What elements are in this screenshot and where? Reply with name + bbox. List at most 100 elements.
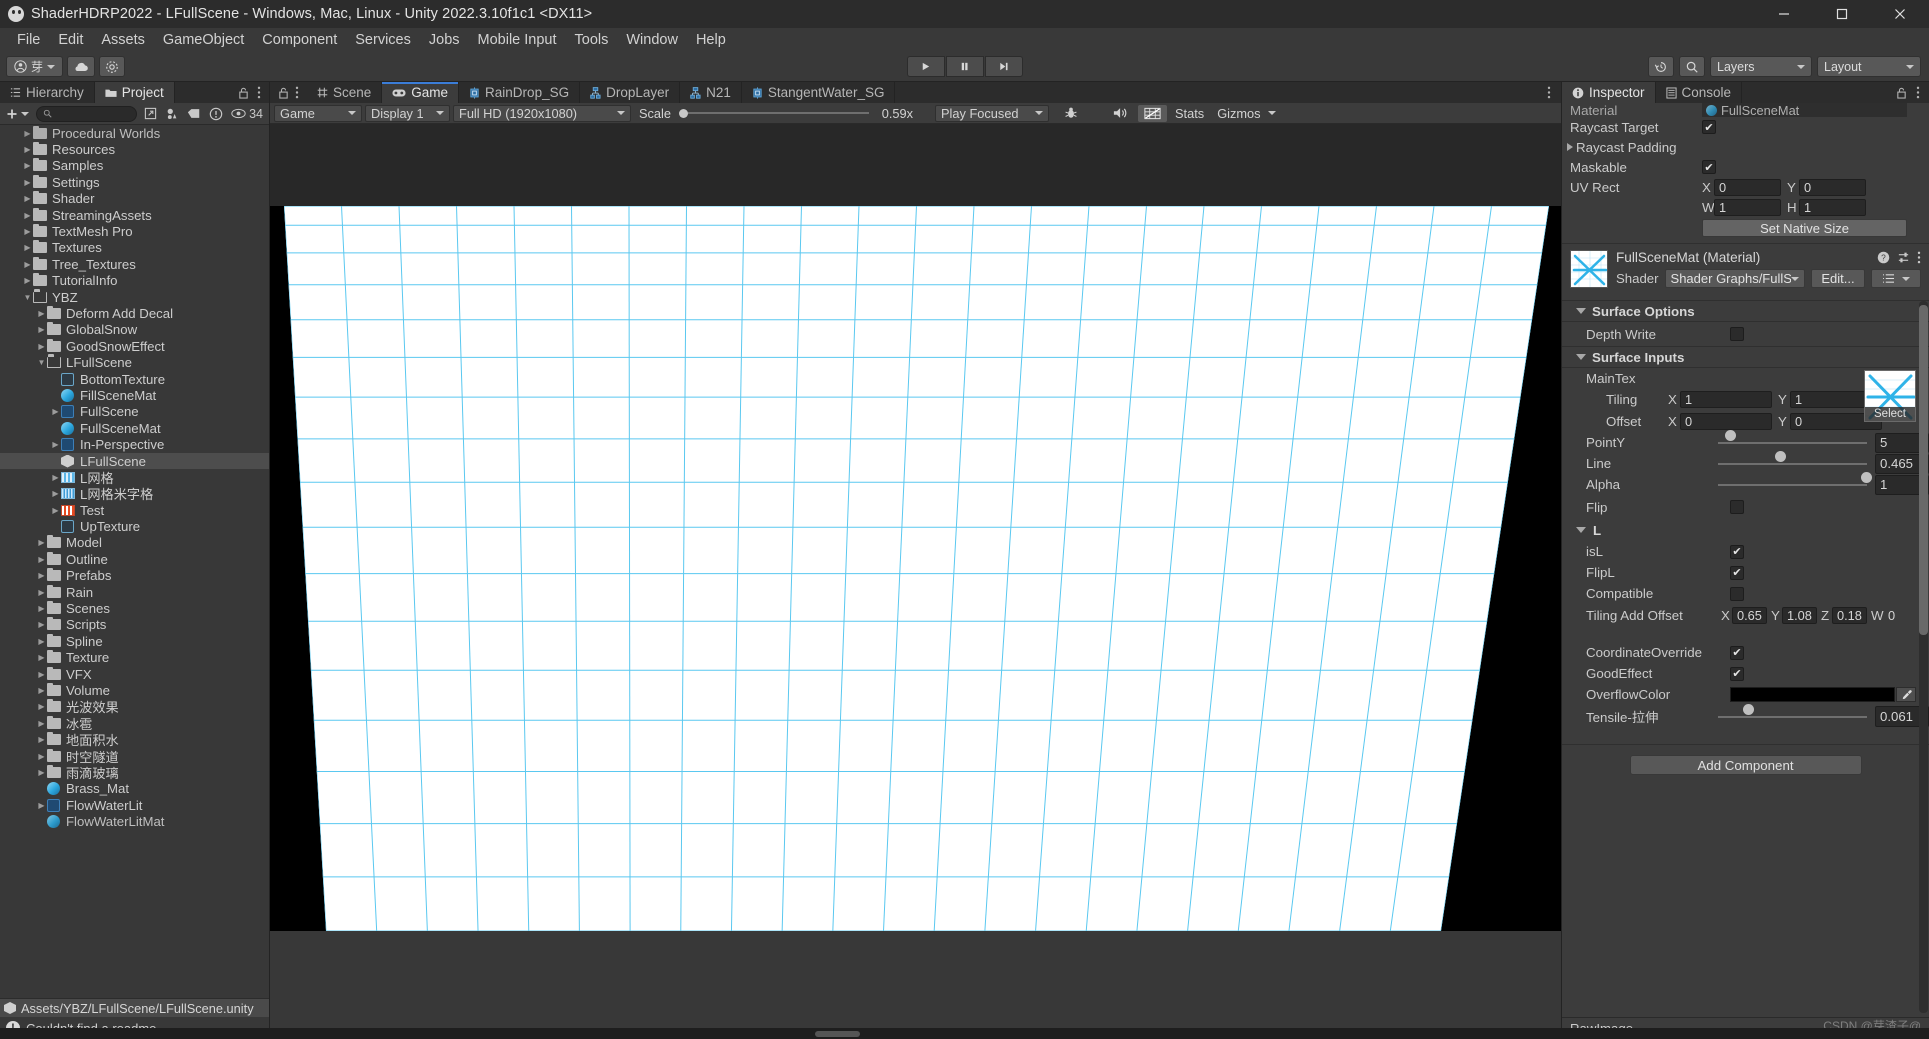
lock-icon[interactable] xyxy=(278,87,289,99)
disclosure-arrow-icon[interactable]: ▶ xyxy=(22,129,33,138)
offset-x-field[interactable]: 0 xyxy=(1680,412,1772,430)
tree-item[interactable]: ▶ Rain xyxy=(0,584,269,600)
menu-services[interactable]: Services xyxy=(346,28,420,52)
slider-track[interactable] xyxy=(1718,462,1867,465)
disclosure-arrow-icon[interactable]: ▶ xyxy=(22,194,33,203)
uv-rect-y-field[interactable]: 0 xyxy=(1799,178,1866,196)
disclosure-arrow-icon[interactable]: ▶ xyxy=(36,620,47,629)
avatar-filter-icon[interactable] xyxy=(162,105,182,123)
preset-icon[interactable] xyxy=(1897,251,1910,264)
tree-item[interactable]: ▶ VFX xyxy=(0,666,269,682)
bottom-scroll-thumb[interactable] xyxy=(815,1030,860,1037)
disclosure-arrow-icon[interactable]: ▶ xyxy=(36,604,47,613)
shader-edit-button[interactable]: Edit... xyxy=(1811,269,1865,288)
account-button[interactable]: 芽 xyxy=(6,56,64,77)
isl-row[interactable]: isL ✔ xyxy=(1562,541,1929,562)
tree-item[interactable]: ▶UpTexture xyxy=(0,518,269,534)
kebab-menu-icon[interactable] xyxy=(295,86,299,99)
tree-item[interactable]: ▶ Spline xyxy=(0,633,269,649)
history-icon[interactable] xyxy=(1648,56,1674,77)
pause-icon[interactable] xyxy=(945,56,984,77)
disclosure-arrow-icon[interactable]: ▼ xyxy=(36,358,47,367)
kebab-menu-icon[interactable] xyxy=(257,86,261,99)
mute-audio-icon[interactable] xyxy=(1107,105,1135,122)
scale-slider-track[interactable] xyxy=(688,112,870,114)
tree-item[interactable]: ▶ L网格米字格 xyxy=(0,486,269,502)
tree-item[interactable]: ▶ FlowWaterLit xyxy=(0,797,269,813)
tree-item[interactable]: ▶ Test xyxy=(0,502,269,518)
kebab-menu-icon[interactable] xyxy=(1917,251,1921,264)
maximize-icon[interactable] xyxy=(1813,0,1871,28)
display-dropdown[interactable]: Display 1 xyxy=(365,104,450,122)
maskable-checkbox[interactable]: ✔ xyxy=(1702,160,1716,174)
uv-rect-x-field[interactable]: 0 xyxy=(1714,178,1781,196)
disclosure-arrow-icon[interactable]: ▶ xyxy=(50,506,61,515)
slider-knob[interactable] xyxy=(1774,450,1786,462)
menu-assets[interactable]: Assets xyxy=(92,28,154,52)
tree-item[interactable]: ▶ Tree_Textures xyxy=(0,256,269,272)
tree-item[interactable]: ▶ 冰雹 xyxy=(0,715,269,732)
depth-write-row[interactable]: Depth Write xyxy=(1562,322,1929,346)
disclosure-arrow-icon[interactable]: ▼ xyxy=(22,293,33,302)
tree-item[interactable]: ▶ Prefabs xyxy=(0,568,269,584)
visible-count[interactable]: 34 xyxy=(228,105,266,123)
tree-item-selected[interactable]: ▶LFullScene xyxy=(0,452,269,470)
flipl-checkbox[interactable]: ✔ xyxy=(1730,565,1744,580)
tree-item[interactable]: ▶ 时空隧道 xyxy=(0,748,269,765)
bug-icon[interactable] xyxy=(1058,105,1084,122)
tab-hierarchy[interactable]: Hierarchy xyxy=(0,82,95,103)
coordinate-override-checkbox[interactable]: ✔ xyxy=(1730,645,1744,660)
disclosure-arrow-icon[interactable]: ▶ xyxy=(36,719,47,728)
tree-item[interactable]: ▶ 光波效果 xyxy=(0,699,269,715)
tree-item[interactable]: ▶ Procedural Worlds xyxy=(0,125,269,141)
tab-project[interactable]: Project xyxy=(94,82,175,103)
depth-write-checkbox[interactable] xyxy=(1730,327,1744,341)
slider-knob[interactable] xyxy=(1861,471,1873,483)
kebab-menu-icon[interactable] xyxy=(1547,86,1551,99)
disclosure-arrow-icon[interactable]: ▶ xyxy=(36,555,47,564)
l-section-header[interactable]: L xyxy=(1562,519,1929,541)
tree-item[interactable]: ▶ 地面积水 xyxy=(0,731,269,748)
flipl-row[interactable]: FlipL ✔ xyxy=(1562,562,1929,583)
slider-knob[interactable] xyxy=(1725,429,1737,441)
material-row-clipped[interactable]: Material FullSceneMat xyxy=(1562,103,1929,117)
kebab-menu-icon[interactable] xyxy=(1916,86,1920,99)
tab-stangentwater-sg[interactable]: StangentWater_SG xyxy=(741,82,896,103)
cloud-button[interactable] xyxy=(67,56,96,77)
disclosure-arrow-icon[interactable]: ▶ xyxy=(36,653,47,662)
disclosure-arrow-icon[interactable]: ▶ xyxy=(36,768,47,777)
menu-edit[interactable]: Edit xyxy=(49,28,92,52)
save-search-icon[interactable] xyxy=(141,105,160,123)
menu-mobile-input[interactable]: Mobile Input xyxy=(469,28,566,52)
inspector-scrollbar[interactable] xyxy=(1919,301,1928,1013)
tree-item[interactable]: ▶ Volume xyxy=(0,682,269,698)
tab-n21[interactable]: N21 xyxy=(680,82,742,103)
disclosure-arrow-icon[interactable]: ▶ xyxy=(50,440,61,449)
slider-alpha[interactable] xyxy=(1718,471,1873,493)
eyedropper-icon[interactable] xyxy=(1896,687,1916,702)
tab-raindrop-sg[interactable]: RainDrop_SG xyxy=(459,82,581,103)
gizmo-render-icon[interactable] xyxy=(1138,104,1168,122)
play-focused-dropdown[interactable]: Play Focused xyxy=(935,104,1050,122)
resolution-dropdown[interactable]: Full HD (1920x1080) xyxy=(453,104,631,122)
tab-game[interactable]: Game xyxy=(382,82,460,103)
maintex-select-label[interactable]: Select xyxy=(1865,407,1915,421)
bottom-scrollbar[interactable] xyxy=(0,1028,1929,1039)
tao-x-field[interactable]: 0.65 xyxy=(1732,606,1767,624)
slider-track[interactable] xyxy=(1718,483,1867,486)
tree-item[interactable]: ▶ Textures xyxy=(0,240,269,256)
shader-dropdown[interactable]: Shader Graphs/FullSc xyxy=(1664,269,1805,288)
tree-item[interactable]: ▶ Samples xyxy=(0,158,269,174)
label-filter-icon[interactable] xyxy=(184,105,204,123)
lock-icon[interactable] xyxy=(238,87,249,99)
tab-droplayer[interactable]: DropLayer xyxy=(580,82,681,103)
disclosure-arrow-icon[interactable]: ▶ xyxy=(36,670,47,679)
overflow-color-row[interactable]: OverflowColor xyxy=(1562,684,1929,705)
step-icon[interactable] xyxy=(984,56,1023,77)
good-effect-row[interactable]: GoodEffect ✔ xyxy=(1562,663,1929,684)
tab-scene[interactable]: Scene xyxy=(307,82,383,103)
scale-slider-knob[interactable] xyxy=(679,108,689,118)
shader-list-dropdown[interactable] xyxy=(1871,269,1921,288)
tree-item[interactable]: ▶FillSceneMat xyxy=(0,387,269,403)
disclosure-arrow-icon[interactable]: ▶ xyxy=(36,702,47,711)
